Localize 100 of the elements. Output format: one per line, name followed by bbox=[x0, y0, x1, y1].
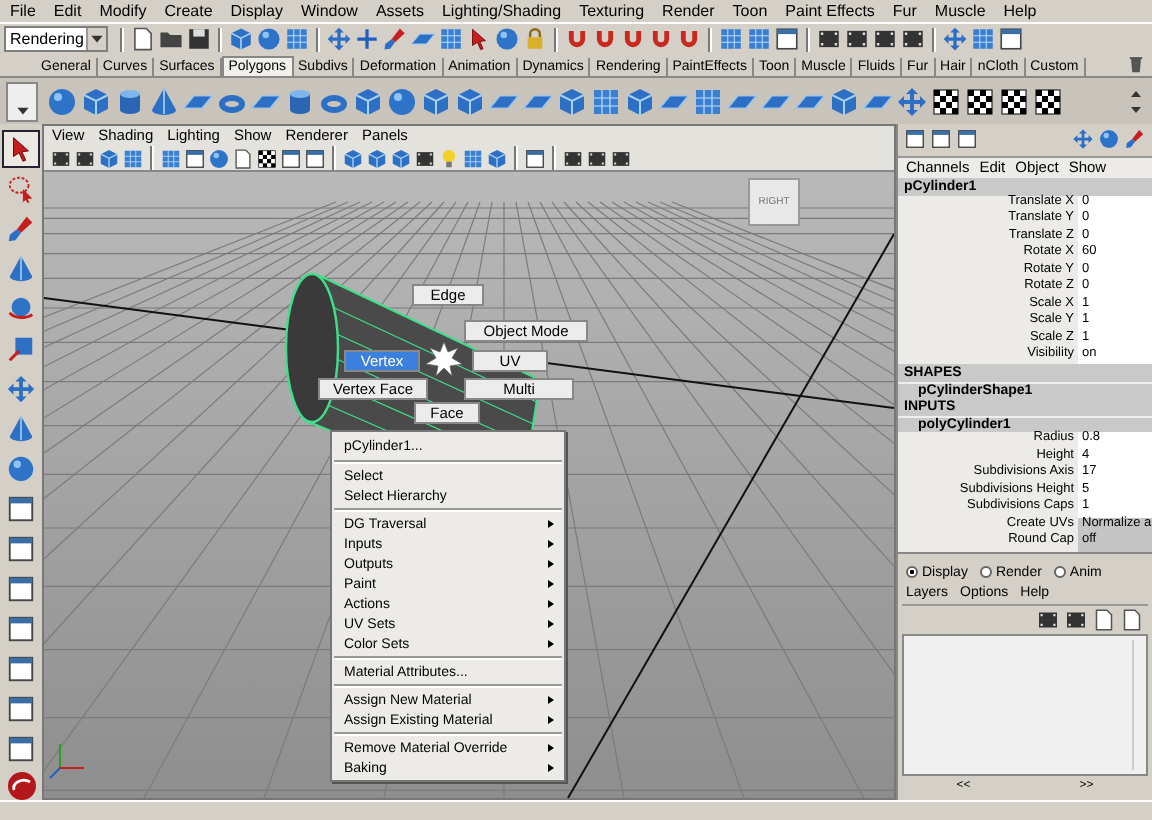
menu-item[interactable]: Display bbox=[230, 3, 283, 19]
window-layout-icon[interactable] bbox=[6, 654, 36, 684]
film-icon[interactable] bbox=[586, 147, 608, 169]
sphere-icon[interactable] bbox=[256, 26, 282, 52]
window-layout-icon[interactable] bbox=[998, 26, 1024, 52]
cylinder-icon[interactable] bbox=[284, 85, 316, 117]
radio-button[interactable] bbox=[906, 566, 918, 579]
film-icon[interactable] bbox=[74, 147, 96, 169]
menu-item[interactable]: Lighting/Shading bbox=[441, 3, 562, 19]
magnet-icon[interactable] bbox=[648, 26, 674, 52]
scale-icon[interactable] bbox=[6, 334, 36, 364]
menu-item[interactable]: File bbox=[10, 3, 36, 19]
cube-icon[interactable] bbox=[366, 147, 388, 169]
checker-icon[interactable] bbox=[256, 147, 278, 169]
window-layout-icon[interactable] bbox=[956, 128, 978, 151]
film-icon[interactable] bbox=[900, 26, 926, 52]
grid-icon[interactable] bbox=[718, 26, 744, 52]
lasso-icon[interactable] bbox=[6, 174, 36, 204]
arrow-cursor-icon[interactable] bbox=[466, 26, 492, 52]
shelf-menu-button[interactable] bbox=[6, 81, 38, 121]
cone-icon[interactable] bbox=[148, 85, 180, 117]
cube-icon[interactable] bbox=[556, 85, 588, 117]
window-layout-icon[interactable] bbox=[930, 128, 952, 151]
checker-icon[interactable] bbox=[1032, 85, 1064, 117]
film-icon[interactable] bbox=[562, 147, 584, 169]
magnet-icon[interactable] bbox=[564, 26, 590, 52]
cube-icon[interactable] bbox=[486, 147, 508, 169]
grid-icon[interactable] bbox=[462, 147, 484, 169]
menu-set-dropdown[interactable]: Rendering bbox=[4, 26, 108, 52]
padlock-icon[interactable] bbox=[522, 26, 548, 52]
menu-item[interactable]: Render bbox=[662, 3, 715, 19]
film-icon[interactable] bbox=[1064, 607, 1088, 632]
menu-item[interactable]: Paint Effects bbox=[785, 3, 875, 19]
grid-icon[interactable] bbox=[284, 26, 310, 52]
window-layout-icon[interactable] bbox=[304, 147, 326, 169]
sphere-icon[interactable] bbox=[386, 85, 418, 117]
move-arrows-icon[interactable] bbox=[1072, 128, 1094, 151]
blank-page-icon[interactable] bbox=[1092, 607, 1116, 632]
cube-icon[interactable] bbox=[98, 147, 120, 169]
menu-item[interactable]: Assets bbox=[375, 3, 424, 19]
window-layout-icon[interactable] bbox=[6, 574, 36, 604]
menu-item[interactable]: Help bbox=[1003, 3, 1037, 19]
move-arrows-icon[interactable] bbox=[6, 374, 36, 404]
window-layout-icon[interactable] bbox=[6, 494, 36, 524]
menu-item[interactable]: Toon bbox=[732, 3, 768, 19]
rotate-icon[interactable] bbox=[6, 294, 36, 324]
magnet-icon[interactable] bbox=[592, 26, 618, 52]
plus-icon[interactable] bbox=[354, 26, 380, 52]
menu-item[interactable]: Edit bbox=[53, 3, 82, 19]
window-layout-icon[interactable] bbox=[6, 734, 36, 764]
menu-item[interactable]: Muscle bbox=[934, 3, 986, 19]
magnet-icon[interactable] bbox=[620, 26, 646, 52]
cone-icon[interactable] bbox=[6, 254, 36, 284]
sphere-icon[interactable] bbox=[208, 147, 230, 169]
window-layout-icon[interactable] bbox=[6, 534, 36, 564]
window-layout-icon[interactable] bbox=[6, 614, 36, 644]
trash-icon[interactable] bbox=[1126, 54, 1146, 74]
film-icon[interactable] bbox=[50, 147, 72, 169]
film-icon[interactable] bbox=[816, 26, 842, 52]
brush-icon[interactable] bbox=[382, 26, 408, 52]
cube-icon[interactable] bbox=[420, 85, 452, 117]
radio-button[interactable] bbox=[979, 566, 992, 579]
cone-icon[interactable] bbox=[6, 414, 36, 444]
cube-icon[interactable] bbox=[228, 26, 254, 52]
grid-icon[interactable] bbox=[692, 85, 724, 117]
menu-item[interactable]: Window bbox=[301, 3, 358, 19]
blank-page-icon[interactable] bbox=[1120, 607, 1144, 632]
grid-icon[interactable] bbox=[590, 85, 622, 117]
film-icon[interactable] bbox=[610, 147, 632, 169]
cube-icon[interactable] bbox=[80, 85, 112, 117]
cube-icon[interactable] bbox=[828, 85, 860, 117]
window-layout-icon[interactable] bbox=[6, 694, 36, 724]
window-layout-icon[interactable] bbox=[280, 147, 302, 169]
window-layout-icon[interactable] bbox=[904, 128, 926, 151]
film-icon[interactable] bbox=[414, 147, 436, 169]
checker-icon[interactable] bbox=[964, 85, 996, 117]
cube-icon[interactable] bbox=[624, 85, 656, 117]
film-icon[interactable] bbox=[872, 26, 898, 52]
cylinder-icon[interactable] bbox=[114, 85, 146, 117]
sphere-icon[interactable] bbox=[1098, 128, 1120, 151]
down-arrow-icon[interactable] bbox=[1128, 101, 1144, 117]
logo-icon[interactable] bbox=[5, 770, 37, 802]
blank-page-icon[interactable] bbox=[130, 26, 156, 52]
radio-button[interactable] bbox=[1053, 566, 1066, 579]
window-layout-icon[interactable] bbox=[184, 147, 206, 169]
cube-icon[interactable] bbox=[342, 147, 364, 169]
film-icon[interactable] bbox=[1036, 607, 1060, 632]
sphere-icon[interactable] bbox=[6, 454, 36, 484]
menu-item[interactable]: Create bbox=[164, 3, 213, 19]
film-icon[interactable] bbox=[844, 26, 870, 52]
cube-icon[interactable] bbox=[390, 147, 412, 169]
brush-icon[interactable] bbox=[1124, 128, 1146, 151]
window-layout-icon[interactable] bbox=[524, 147, 546, 169]
menu-item[interactable]: Modify bbox=[99, 3, 147, 19]
grid-icon[interactable] bbox=[122, 147, 144, 169]
move-arrows-icon[interactable] bbox=[942, 26, 968, 52]
checker-icon[interactable] bbox=[930, 85, 962, 117]
magnet-icon[interactable] bbox=[676, 26, 702, 52]
window-layout-icon[interactable] bbox=[774, 26, 800, 52]
menu-item[interactable]: Fur bbox=[892, 3, 917, 19]
